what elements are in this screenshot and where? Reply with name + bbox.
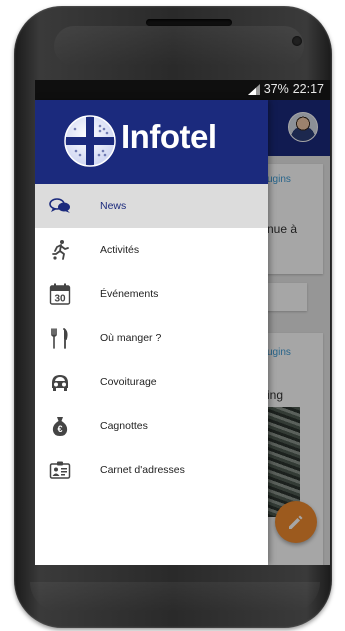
fork-knife-icon xyxy=(51,328,68,349)
menu-item-news[interactable]: News xyxy=(35,184,268,228)
menu-item-activites[interactable]: Activités xyxy=(35,228,268,272)
menu-label-ou-manger: Où manger ? xyxy=(100,332,162,344)
menu-label-covoiturage: Covoiturage xyxy=(100,376,157,388)
menu-item-ou-manger[interactable]: Où manger ? xyxy=(35,316,268,360)
earpiece-speaker xyxy=(146,19,232,26)
menu-item-carnet-adresses[interactable]: Carnet d'adresses xyxy=(35,448,268,492)
menu-item-cagnottes[interactable]: € Cagnottes xyxy=(35,404,268,448)
status-bar: 37% 22:17 xyxy=(35,80,330,100)
battery-percentage: 37% xyxy=(263,82,289,96)
menu-label-news: News xyxy=(100,200,127,212)
globe-logo-icon xyxy=(64,115,116,167)
chat-bubbles-icon xyxy=(49,198,70,213)
menu-item-covoiturage[interactable]: Covoiturage xyxy=(35,360,268,404)
device-screen: 37% 22:17 ugins nue à ugins ing Infotel … xyxy=(35,80,330,565)
drawer-header: Infotel xyxy=(35,100,268,184)
menu-label-cagnottes: Cagnottes xyxy=(100,420,148,432)
status-indicators: 37% 22:17 xyxy=(247,82,324,96)
car-icon xyxy=(52,375,68,391)
bottom-bezel xyxy=(30,582,320,612)
calendar-icon: 30 xyxy=(49,283,71,305)
calendar-day-number: 30 xyxy=(54,294,66,305)
address-card-icon xyxy=(49,461,71,479)
menu-label-activites: Activités xyxy=(100,244,140,256)
front-camera xyxy=(292,36,302,46)
menu-label-carnet-adresses: Carnet d'adresses xyxy=(100,464,185,476)
signal-icon xyxy=(247,83,260,95)
menu-label-evenements: Événements xyxy=(100,288,159,300)
runner-icon xyxy=(52,240,69,260)
screen-glare xyxy=(54,26,304,66)
drawer-menu: News Activités 30 Événements Où manger ?… xyxy=(35,184,268,492)
brand-name: Infotel xyxy=(121,118,217,155)
menu-item-evenements[interactable]: 30 Événements xyxy=(35,272,268,316)
svg-text:€: € xyxy=(57,424,62,434)
money-bag-icon: € xyxy=(52,417,68,436)
clock-time: 22:17 xyxy=(292,82,324,96)
navigation-drawer: Infotel News Activités 30 Événements Où … xyxy=(35,100,268,565)
